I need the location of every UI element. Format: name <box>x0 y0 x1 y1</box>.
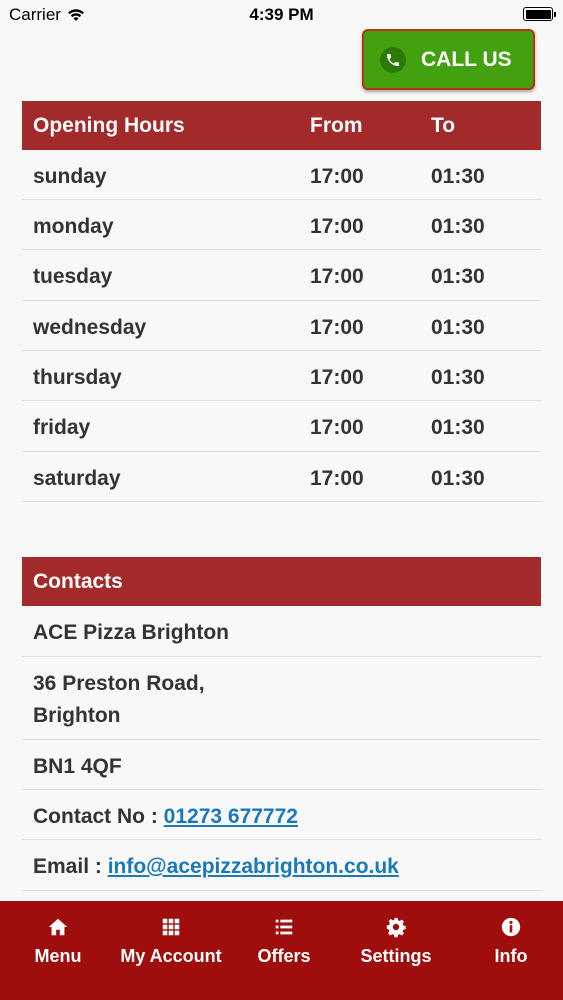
info-icon <box>501 917 521 937</box>
to-time: 01:30 <box>431 265 485 288</box>
hours-row-tuesday: tuesday 17:00 01:30 <box>22 250 541 301</box>
day-label: friday <box>33 416 91 439</box>
grid-icon <box>162 918 180 936</box>
to-time: 01:30 <box>431 416 485 439</box>
address-line-2: Brighton <box>33 704 121 727</box>
screen: Carrier 4:39 PM CALL US Opening Hours Fr… <box>0 0 563 1000</box>
from-time: 17:00 <box>310 467 364 490</box>
from-time: 17:00 <box>310 165 364 188</box>
day-label: tuesday <box>33 265 113 288</box>
day-label: thursday <box>33 366 122 389</box>
day-label: wednesday <box>33 316 147 339</box>
opening-hours-title: Opening Hours <box>33 114 185 137</box>
from-column-header: From <box>310 114 363 137</box>
contact-email-row: Email : info@acepizzabrighton.co.uk <box>22 840 541 891</box>
tab-settings[interactable]: Settings <box>346 901 446 1000</box>
hours-row-sunday: sunday 17:00 01:30 <box>22 150 541 200</box>
opening-hours-header: Opening Hours From To <box>22 101 541 150</box>
from-time: 17:00 <box>310 316 364 339</box>
tab-info-label: Info <box>494 946 528 966</box>
day-label: sunday <box>33 165 107 188</box>
call-us-label: CALL US <box>421 47 512 71</box>
postcode: BN1 4QF <box>33 755 122 778</box>
address-line-1: 36 Preston Road, <box>33 672 205 695</box>
hours-row-wednesday: wednesday 17:00 01:30 <box>22 301 541 351</box>
contacts-header: Contacts <box>22 557 541 606</box>
clock: 4:39 PM <box>249 5 314 24</box>
tab-info[interactable]: Info <box>461 901 561 1000</box>
battery-icon <box>523 7 556 21</box>
business-name: ACE Pizza Brighton <box>33 621 230 644</box>
to-column-header: To <box>431 114 456 137</box>
tab-settings-label: Settings <box>360 946 432 966</box>
tab-my-account-label: My Account <box>120 946 222 966</box>
list-icon <box>275 919 293 935</box>
phone-link[interactable]: 01273 677772 <box>164 805 298 828</box>
from-time: 17:00 <box>310 215 364 238</box>
to-time: 01:30 <box>431 215 485 238</box>
gear-icon <box>386 917 406 938</box>
to-time: 01:30 <box>431 165 485 188</box>
tab-menu[interactable]: Menu <box>8 901 108 1000</box>
contacts-title: Contacts <box>33 570 123 593</box>
contact-name-row: ACE Pizza Brighton <box>22 606 541 657</box>
email-line: Email : info@acepizzabrighton.co.uk <box>33 855 399 879</box>
day-label: monday <box>33 215 114 238</box>
home-icon <box>48 918 68 936</box>
from-time: 17:00 <box>310 366 364 389</box>
day-label: saturday <box>33 467 121 490</box>
tab-bar: Menu My Account Offers Settings Info <box>0 901 563 1000</box>
status-bar: Carrier 4:39 PM <box>0 0 563 30</box>
phone-icon <box>380 46 406 73</box>
phone-line: Contact No : 01273 677772 <box>33 805 298 829</box>
hours-row-saturday: saturday 17:00 01:30 <box>22 452 541 502</box>
tab-offers-label: Offers <box>257 946 311 966</box>
email-link[interactable]: info@acepizzabrighton.co.uk <box>108 855 399 878</box>
hours-row-monday: monday 17:00 01:30 <box>22 200 541 250</box>
contact-postcode-row: BN1 4QF <box>22 740 541 790</box>
email-label: Email : <box>33 855 108 878</box>
tab-offers[interactable]: Offers <box>234 901 334 1000</box>
to-time: 01:30 <box>431 467 485 490</box>
hours-row-thursday: thursday 17:00 01:30 <box>22 351 541 401</box>
contact-address-row: 36 Preston Road, Brighton <box>22 657 541 740</box>
call-us-button[interactable]: CALL US <box>362 29 535 90</box>
contact-phone-row: Contact No : 01273 677772 <box>22 790 541 840</box>
to-time: 01:30 <box>431 316 485 339</box>
from-time: 17:00 <box>310 416 364 439</box>
to-time: 01:30 <box>431 366 485 389</box>
phone-label: Contact No : <box>33 805 164 828</box>
hours-row-friday: friday 17:00 01:30 <box>22 401 541 452</box>
tab-my-account[interactable]: My Account <box>111 901 231 1000</box>
tab-menu-label: Menu <box>34 946 82 966</box>
from-time: 17:00 <box>310 265 364 288</box>
